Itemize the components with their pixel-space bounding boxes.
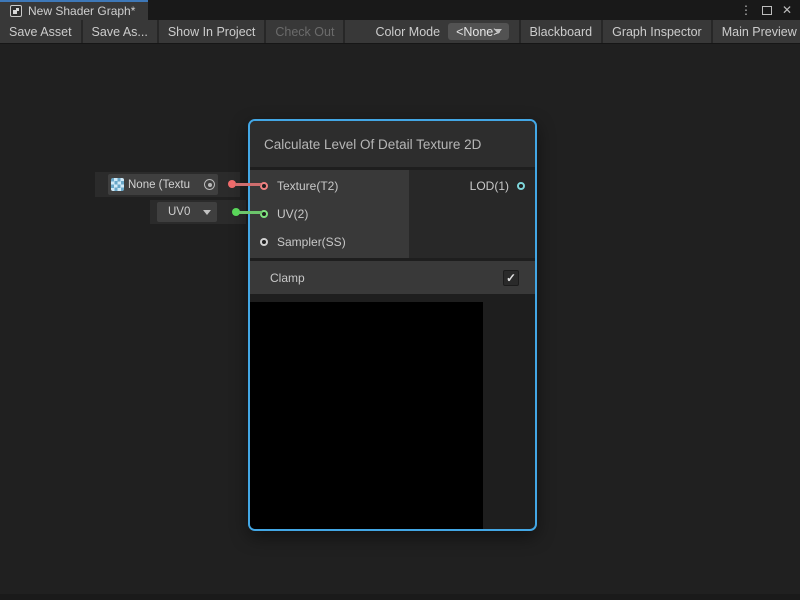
window-titlebar: New Shader Graph* ⋮ ✕ <box>0 0 800 20</box>
tab-title: New Shader Graph* <box>28 4 135 18</box>
output-port-lod[interactable] <box>517 182 525 190</box>
shader-graph-asset-icon <box>10 5 22 17</box>
port-label: UV(2) <box>277 207 308 221</box>
port-label: Sampler(SS) <box>277 235 346 249</box>
port-label: Texture(T2) <box>277 179 338 193</box>
texture-thumbnail-icon <box>111 178 124 191</box>
node-preview-area <box>250 302 535 529</box>
window-menu-icon[interactable]: ⋮ <box>740 4 752 16</box>
save-as-button[interactable]: Save As... <box>83 20 157 43</box>
color-mode-dropdown[interactable]: <None> <box>448 23 508 40</box>
input-port-sampler[interactable] <box>260 238 268 246</box>
port-row-sampler[interactable]: Sampler(SS) <box>250 228 409 256</box>
maximize-icon[interactable] <box>762 6 772 15</box>
window-bottom-edge <box>0 594 800 600</box>
object-picker-icon[interactable] <box>204 179 215 190</box>
input-ports: Texture(T2) UV(2) Sampler(SS) <box>250 170 409 258</box>
main-preview-toggle-button[interactable]: Main Preview <box>713 20 800 43</box>
node-ports: Texture(T2) UV(2) Sampler(SS) LOD(1) <box>250 170 535 258</box>
shader-graph-toolbar: Save Asset Save As... Show In Project Ch… <box>0 20 800 44</box>
check-out-button: Check Out <box>266 20 343 43</box>
port-row-texture[interactable]: Texture(T2) <box>250 172 409 200</box>
blackboard-toggle-button[interactable]: Blackboard <box>521 20 602 43</box>
clamp-label: Clamp <box>250 271 305 285</box>
chevron-down-icon <box>494 29 502 34</box>
node-preview-image <box>250 302 483 529</box>
color-mode-label: Color Mode <box>345 20 448 43</box>
chevron-down-icon <box>203 210 211 215</box>
texture-field-value: None (Textu <box>128 179 202 191</box>
texture-inline-widget: None (Textu <box>95 172 240 197</box>
tab-new-shader-graph[interactable]: New Shader Graph* <box>0 0 148 20</box>
clamp-checkbox[interactable]: ✓ <box>503 270 519 286</box>
port-label: LOD(1) <box>470 179 509 193</box>
close-icon[interactable]: ✕ <box>782 4 792 16</box>
uv-channel-dropdown[interactable]: UV0 <box>157 202 217 222</box>
texture-connection-wire[interactable] <box>235 183 261 186</box>
clamp-setting-row: Clamp ✓ <box>250 261 535 294</box>
uv-connection-wire[interactable] <box>239 211 262 214</box>
uv-dropdown-value: UV0 <box>168 206 190 218</box>
show-in-project-button[interactable]: Show In Project <box>159 20 265 43</box>
port-row-lod[interactable]: LOD(1) <box>409 172 535 200</box>
output-ports: LOD(1) <box>409 170 535 258</box>
node-preview-margin <box>483 302 535 529</box>
window-controls: ⋮ ✕ <box>740 0 800 20</box>
node-calculate-lod-texture2d[interactable]: Calculate Level Of Detail Texture 2D Tex… <box>248 119 537 531</box>
graph-inspector-toggle-button[interactable]: Graph Inspector <box>603 20 711 43</box>
graph-canvas[interactable]: None (Textu UV0 Calculate Level Of Detai… <box>0 44 800 600</box>
texture-object-field[interactable]: None (Textu <box>108 174 218 195</box>
node-title[interactable]: Calculate Level Of Detail Texture 2D <box>250 121 535 167</box>
save-asset-button[interactable]: Save Asset <box>0 20 81 43</box>
port-row-uv[interactable]: UV(2) <box>250 200 409 228</box>
node-divider <box>250 294 535 302</box>
input-port-texture[interactable] <box>260 182 268 190</box>
